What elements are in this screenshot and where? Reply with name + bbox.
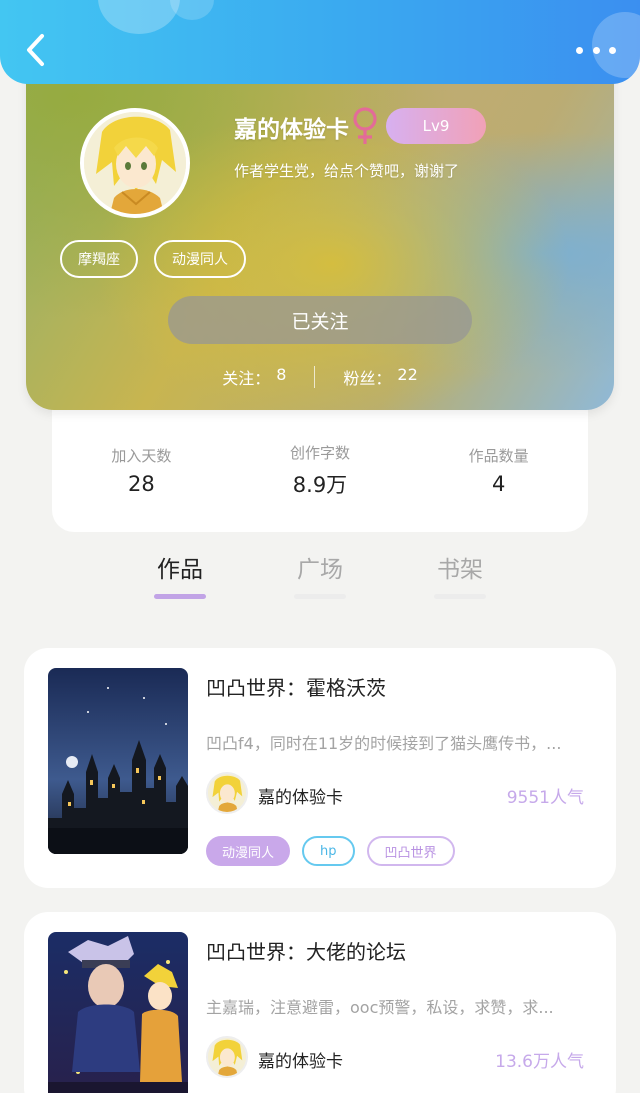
anime-character-avatar: [208, 1038, 246, 1076]
chevron-left-icon: [27, 34, 44, 66]
follow-stats: 关注： 8 粉丝： 22: [26, 364, 614, 390]
anime-character-avatar: [208, 774, 246, 812]
work-card[interactable]: 凹凸世界：大佬的论坛 主嘉瑞，注意避雷，ooc预警，私设，求赞，求... 嘉的体…: [24, 912, 616, 1093]
fans-count: 22: [397, 365, 418, 384]
work-title: 凹凸世界：霍格沃茨: [206, 676, 386, 700]
stat-value: 4: [491, 471, 506, 496]
female-symbol-icon: [353, 107, 377, 144]
decorative-bubble: [98, 0, 180, 34]
author-name[interactable]: 嘉的体验卡: [258, 1047, 343, 1072]
popularity-count: 13.6万人气: [495, 1052, 584, 1072]
more-horizontal-icon: [592, 46, 600, 54]
fans-stat[interactable]: 粉丝： 22: [343, 365, 417, 389]
work-author-row: 嘉的体验卡 9551人气: [206, 772, 596, 816]
work-title: 凹凸世界：大佬的论坛: [206, 940, 406, 964]
stat-word-count: 创作字数 8.9万: [250, 442, 390, 499]
author-name[interactable]: 嘉的体验卡: [258, 783, 343, 808]
castle-cover-art: [48, 668, 188, 854]
creator-stats-card: 加入天数 28 创作字数 8.9万 作品数量 4: [52, 400, 588, 532]
work-cover-image[interactable]: [48, 932, 188, 1093]
popularity-count: 9551人气: [506, 788, 584, 808]
stat-label: 加入天数: [111, 446, 172, 465]
stat-join-days: 加入天数 28: [71, 445, 211, 496]
tab-indicator: [294, 594, 346, 599]
tab-indicator: [154, 594, 206, 599]
profile-tag-category[interactable]: 动漫同人: [154, 240, 246, 278]
tab-label: 书架: [437, 557, 483, 583]
following-count: 8: [276, 365, 287, 384]
anime-characters-cover-art: [48, 932, 188, 1093]
work-tag[interactable]: 凹凸世界: [366, 836, 455, 866]
profile-username: 嘉的体验卡: [234, 117, 349, 143]
tab-square[interactable]: 广场: [283, 544, 357, 620]
tab-indicator: [434, 594, 486, 599]
work-description: 主嘉瑞，注意避雷，ooc预警，私设，求赞，求...: [206, 998, 554, 1017]
following-stat[interactable]: 关注： 8: [222, 365, 286, 389]
profile-avatar[interactable]: [80, 108, 190, 218]
work-description: 凹凸f4，同时在11岁的时候接到了猫头鹰传书，...: [206, 734, 562, 753]
work-tags: 动漫同人 hp 凹凸世界: [206, 836, 455, 866]
more-options-button[interactable]: [576, 38, 616, 62]
top-navigation-bar: [0, 0, 640, 84]
stat-value: 8.9万: [292, 472, 348, 497]
fans-label: 粉丝：: [343, 369, 392, 388]
level-badge: Lv9: [386, 108, 486, 144]
tab-label: 广场: [297, 557, 343, 583]
work-cover-image[interactable]: [48, 668, 188, 854]
stat-value: 28: [127, 471, 155, 496]
tab-works[interactable]: 作品: [143, 544, 217, 620]
profile-tag-zodiac[interactable]: 摩羯座: [60, 240, 138, 278]
back-button[interactable]: [18, 32, 52, 68]
author-avatar[interactable]: [206, 772, 248, 814]
anime-character-avatar: [84, 112, 186, 214]
decorative-bubble: [170, 0, 214, 20]
more-horizontal-icon: [576, 46, 583, 54]
work-card[interactable]: 凹凸世界：霍格沃茨 凹凸f4，同时在11岁的时候接到了猫头鹰传书，... 嘉的体…: [24, 648, 616, 888]
work-author-row: 嘉的体验卡 13.6万人气: [206, 1036, 596, 1080]
stat-label: 创作字数: [289, 443, 350, 462]
stat-work-count: 作品数量 4: [429, 445, 569, 496]
profile-bio: 作者学生党，给点个赞吧，谢谢了: [234, 162, 460, 180]
work-tag[interactable]: 动漫同人: [206, 836, 291, 866]
content-tabs: 作品 广场 书架: [0, 544, 640, 620]
more-horizontal-icon: [609, 46, 616, 54]
follow-button[interactable]: 已关注: [168, 296, 472, 344]
stat-label: 作品数量: [468, 446, 529, 465]
following-label: 关注：: [222, 369, 271, 388]
work-tag[interactable]: hp: [302, 836, 355, 866]
tab-bookshelf[interactable]: 书架: [423, 544, 497, 620]
profile-header: 嘉的体验卡 Lv9 作者学生党，给点个赞吧，谢谢了 摩羯座 动漫同人 已关注 关…: [26, 62, 614, 410]
stat-divider: [314, 366, 316, 388]
tab-label: 作品: [157, 557, 203, 583]
author-avatar[interactable]: [206, 1036, 248, 1078]
